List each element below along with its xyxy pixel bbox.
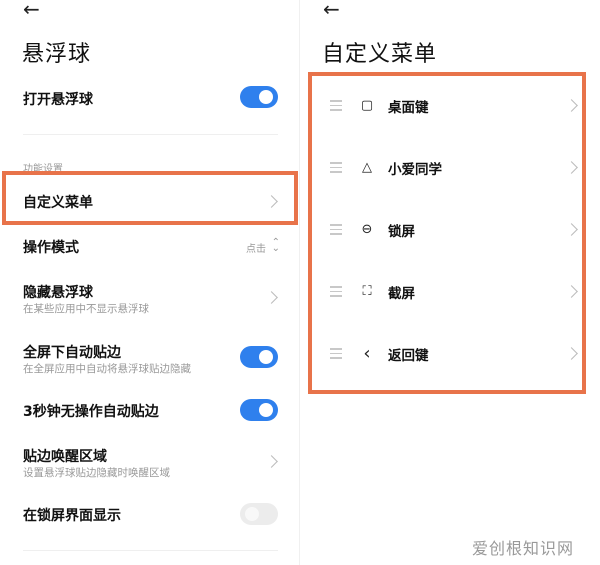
floating-ball-settings-panel: ← 悬浮球 打开悬浮球 功能设置 自定义菜单 操作模式 点击 ⌃ ⌄ 隐藏悬浮球 …: [0, 0, 300, 565]
operation-mode-row[interactable]: 操作模式 点击 ⌃ ⌄: [23, 237, 280, 257]
open-floating-ball-label: 打开悬浮球: [23, 92, 93, 108]
idle-auto-edge-row[interactable]: 3秒钟无操作自动贴边: [23, 399, 278, 421]
fullscreen-auto-edge-label: 全屏下自动贴边: [23, 345, 121, 361]
chevron-right-icon: [565, 347, 578, 360]
chevron-right-icon: [565, 161, 578, 174]
chevron-right-icon: [565, 223, 578, 236]
back-arrow-icon[interactable]: ←: [323, 0, 340, 19]
custom-menu-panel: ← 自定义菜单 ▢ 桌面键 △ 小爱同学 ⊖ 锁屏 ⛶ 截屏 ‹ 返回键 爱创根…: [300, 0, 600, 565]
screenshot-icon: ⛶: [362, 283, 372, 299]
chevron-right-icon: [565, 285, 578, 298]
drag-handle-icon[interactable]: [330, 100, 342, 114]
page-title: 自定义菜单: [322, 42, 438, 67]
drag-handle-icon[interactable]: [330, 286, 342, 300]
back-arrow-icon: ‹: [363, 342, 371, 364]
menu-item-lock-screen[interactable]: ⊖ 锁屏: [330, 220, 578, 240]
drag-handle-icon[interactable]: [330, 162, 342, 176]
lockscreen-display-toggle[interactable]: [240, 503, 278, 525]
edge-wake-area-row[interactable]: 贴边唤醒区域 设置悬浮球贴边隐藏时唤醒区域: [23, 446, 278, 479]
back-arrow-icon[interactable]: ←: [23, 0, 40, 19]
page-title: 悬浮球: [22, 42, 92, 67]
operation-mode-value: 点击: [246, 244, 266, 255]
chevron-right-icon: [565, 99, 578, 112]
drag-handle-icon[interactable]: [330, 224, 342, 238]
menu-item-xiaoai[interactable]: △ 小爱同学: [330, 158, 578, 178]
idle-auto-edge-toggle[interactable]: [240, 399, 278, 421]
menu-item-label: 桌面键: [388, 100, 429, 116]
drag-handle-icon[interactable]: [330, 348, 342, 362]
divider: [23, 134, 278, 135]
lockscreen-display-label: 在锁屏界面显示: [23, 508, 121, 524]
menu-item-home-key[interactable]: ▢ 桌面键: [330, 96, 578, 116]
toggle-knob: [259, 403, 273, 417]
divider: [23, 550, 278, 551]
toggle-knob: [259, 350, 273, 364]
edge-wake-area-label: 贴边唤醒区域: [23, 449, 107, 465]
toggle-knob: [259, 90, 273, 104]
fullscreen-auto-edge-row[interactable]: 全屏下自动贴边 在全屏应用中自动将悬浮球贴边隐藏: [23, 342, 278, 375]
chevron-right-icon: [265, 291, 278, 304]
up-down-icon: ⌃ ⌄: [271, 237, 280, 254]
toggle-knob: [245, 507, 259, 521]
menu-item-label: 小爱同学: [388, 162, 442, 178]
menu-item-label: 截屏: [388, 286, 415, 302]
edge-wake-area-subtitle: 设置悬浮球贴边隐藏时唤醒区域: [23, 467, 170, 479]
lock-icon: ⊖: [361, 221, 373, 237]
highlight-box: [2, 171, 298, 225]
xiaoai-icon: △: [362, 159, 372, 175]
open-floating-ball-row[interactable]: 打开悬浮球: [23, 86, 278, 108]
chevron-right-icon: [265, 455, 278, 468]
menu-item-label: 返回键: [388, 348, 429, 364]
menu-item-screenshot[interactable]: ⛶ 截屏: [330, 282, 578, 302]
operation-mode-label: 操作模式: [23, 240, 79, 256]
fullscreen-auto-edge-subtitle: 在全屏应用中自动将悬浮球贴边隐藏: [23, 363, 191, 375]
hide-floating-ball-subtitle: 在某些应用中不显示悬浮球: [23, 303, 149, 315]
hide-floating-ball-label: 隐藏悬浮球: [23, 285, 93, 301]
menu-item-label: 锁屏: [388, 224, 415, 240]
hide-floating-ball-row[interactable]: 隐藏悬浮球 在某些应用中不显示悬浮球: [23, 282, 278, 315]
menu-item-back-key[interactable]: ‹ 返回键: [330, 342, 578, 364]
open-floating-ball-toggle[interactable]: [240, 86, 278, 108]
watermark: 爱创根知识网: [471, 539, 574, 558]
lockscreen-display-row[interactable]: 在锁屏界面显示: [23, 503, 278, 525]
home-square-icon: ▢: [360, 97, 374, 113]
idle-auto-edge-label: 3秒钟无操作自动贴边: [23, 404, 159, 420]
fullscreen-auto-edge-toggle[interactable]: [240, 346, 278, 368]
